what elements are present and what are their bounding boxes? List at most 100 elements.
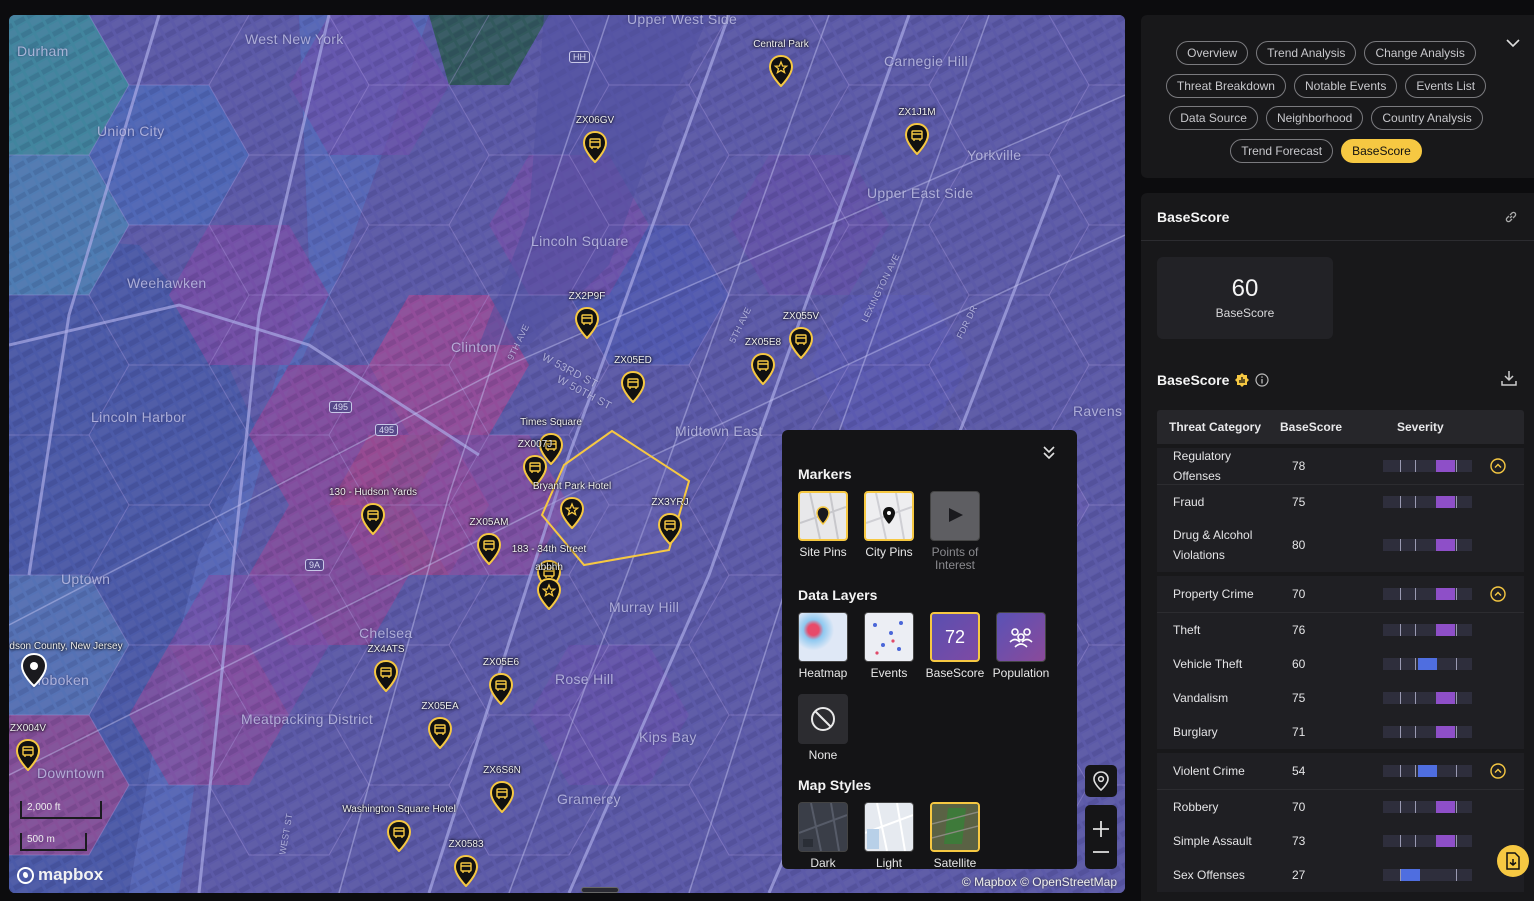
tab-notable-events[interactable]: Notable Events xyxy=(1293,74,1398,98)
site-pin[interactable]: ZX1J1M xyxy=(897,107,937,155)
poi-pin[interactable]: Central Park xyxy=(753,39,809,87)
column-header[interactable]: Severity xyxy=(1370,420,1524,434)
map-label: Union City xyxy=(97,123,165,139)
flag-icon xyxy=(949,508,963,522)
site-pin[interactable]: ZX3YRJ xyxy=(650,497,690,545)
tab-neighborhood[interactable]: Neighborhood xyxy=(1265,106,1364,130)
severity-tick xyxy=(1400,624,1401,636)
severity-cell xyxy=(1370,692,1524,704)
site-pin[interactable]: ZX004V xyxy=(9,723,48,771)
tab-overview[interactable]: Overview xyxy=(1176,41,1249,65)
building-pin-icon xyxy=(476,533,502,565)
none-thumb xyxy=(798,694,848,744)
site-pin[interactable]: ZX05ED xyxy=(613,355,653,403)
category-group: Violent Crime 54 Robbery 70 Simple Assault 73… xyxy=(1157,753,1524,892)
satellite-style-option[interactable]: Satellite xyxy=(930,802,980,870)
subcategory-row: Sex Offenses 27 xyxy=(1157,858,1524,892)
link-icon[interactable] xyxy=(1504,210,1518,224)
tab-trend-forecast[interactable]: Trend Forecast xyxy=(1230,139,1334,163)
severity-bar xyxy=(1383,692,1472,704)
collapse-chevron-icon[interactable] xyxy=(1490,586,1506,605)
map-attribution[interactable]: © Mapbox © OpenStreetMap xyxy=(962,875,1117,889)
site-pin[interactable]: Washington Square Hotel xyxy=(342,804,456,852)
poi-pin[interactable]: Bryant Park Hotel xyxy=(533,481,611,529)
tab-trend-analysis[interactable]: Trend Analysis xyxy=(1256,41,1357,65)
zoom-in-icon[interactable] xyxy=(1092,820,1110,838)
basescore-thumb-value: 72 xyxy=(944,626,966,647)
pin-label: ZX0583 xyxy=(448,839,484,850)
tab-threat-breakdown[interactable]: Threat Breakdown xyxy=(1165,74,1286,98)
category-row[interactable]: Regulatory Offenses 78 xyxy=(1157,448,1524,485)
events-option[interactable]: Events xyxy=(864,612,914,680)
collapse-chevrons-icon[interactable] xyxy=(1039,442,1059,462)
heatmap-option[interactable]: Heatmap xyxy=(798,612,848,680)
mapbox-logo[interactable]: mapbox xyxy=(17,865,103,885)
category-score: 71 xyxy=(1292,725,1306,739)
info-icon[interactable] xyxy=(1255,373,1269,387)
site-pin[interactable]: ZX4ATS xyxy=(366,644,406,692)
tab-basescore[interactable]: BaseScore xyxy=(1341,139,1422,163)
category-name: Fraud xyxy=(1173,494,1205,509)
none-option[interactable]: None xyxy=(798,694,848,762)
severity-cell xyxy=(1370,801,1524,813)
basescore-layer-option[interactable]: 72 BaseScore xyxy=(926,612,984,680)
site-pin[interactable]: ZX05AM xyxy=(469,517,509,565)
tab-data-source[interactable]: Data Source xyxy=(1169,106,1258,130)
locate-button[interactable] xyxy=(1085,765,1117,797)
severity-tick xyxy=(1456,801,1457,813)
severity-fill xyxy=(1418,765,1437,777)
severity-tick xyxy=(1400,726,1401,738)
download-icon[interactable] xyxy=(1500,369,1518,387)
severity-fill xyxy=(1436,539,1455,551)
tab-change-analysis[interactable]: Change Analysis xyxy=(1364,41,1476,65)
severity-bar xyxy=(1383,835,1472,847)
site-pin[interactable]: ZX0583 xyxy=(446,839,486,887)
subcategory-row: Simple Assault 73 xyxy=(1157,824,1524,858)
drag-handle[interactable] xyxy=(581,887,619,893)
markers-heading: Markers xyxy=(798,466,852,482)
light-style-option[interactable]: Light xyxy=(864,802,914,870)
site-pin[interactable]: 130 - Hudson Yards xyxy=(329,487,417,535)
site-pin[interactable]: ZX06GV xyxy=(575,115,615,163)
pin-label: ZX05ED xyxy=(614,355,652,366)
collapse-chevron-icon[interactable] xyxy=(1490,458,1506,477)
severity-fill xyxy=(1436,624,1455,636)
heatmap-thumb xyxy=(798,612,848,662)
map-label: Gramercy xyxy=(557,791,621,807)
tab-events-list[interactable]: Events List xyxy=(1405,74,1487,98)
category-name: Robbery xyxy=(1173,800,1219,814)
building-pin-icon xyxy=(574,307,600,339)
category-row[interactable]: Property Crime 70 xyxy=(1157,576,1524,613)
dark-style-option[interactable]: Dark xyxy=(798,802,848,870)
light-style-label: Light xyxy=(875,856,903,870)
category-group: Regulatory Offenses 78 Fraud 75 Drug & Alcoh… xyxy=(1157,448,1524,572)
category-name: Vandalism xyxy=(1173,691,1229,705)
zoom-out-icon[interactable] xyxy=(1092,850,1110,854)
site-pin[interactable]: ZX6S6N xyxy=(482,765,522,813)
severity-tick xyxy=(1415,726,1416,738)
poi-pin[interactable]: abbhh xyxy=(529,562,569,610)
city-pin[interactable]: dson County, New Jersey xyxy=(9,641,123,687)
site-pin[interactable]: ZX055V xyxy=(781,311,821,359)
building-pin-icon xyxy=(582,131,608,163)
population-option[interactable]: Population xyxy=(993,612,1049,680)
site-pins-option[interactable]: Site Pins xyxy=(798,491,848,572)
category-score: 54 xyxy=(1292,764,1306,778)
pin-label: 183 - 34th Street xyxy=(511,544,587,555)
map-label: Midtown East xyxy=(675,423,763,439)
subcategory-row: Drug & Alcohol Violations 80 xyxy=(1157,518,1524,572)
collapse-chevron-icon[interactable] xyxy=(1490,763,1506,782)
site-pin[interactable]: ZX2P9F xyxy=(567,291,607,339)
site-pin[interactable]: ZX05E8 xyxy=(743,337,783,385)
points-of-interest-option[interactable]: Points of Interest xyxy=(930,491,980,572)
city-pins-option[interactable]: City Pins xyxy=(864,491,914,572)
site-pin[interactable]: ZX05EA xyxy=(420,701,460,749)
chevron-down-icon[interactable] xyxy=(1506,38,1520,48)
site-pin[interactable]: ZX05E6 xyxy=(481,657,521,705)
column-header[interactable]: Threat Category xyxy=(1157,420,1280,434)
tab-country-analysis[interactable]: Country Analysis xyxy=(1371,106,1483,130)
column-header[interactable]: BaseScore xyxy=(1280,420,1370,434)
export-report-button[interactable] xyxy=(1497,845,1529,877)
category-row[interactable]: Violent Crime 54 xyxy=(1157,753,1524,790)
basescore-badge-icon xyxy=(1235,373,1250,387)
